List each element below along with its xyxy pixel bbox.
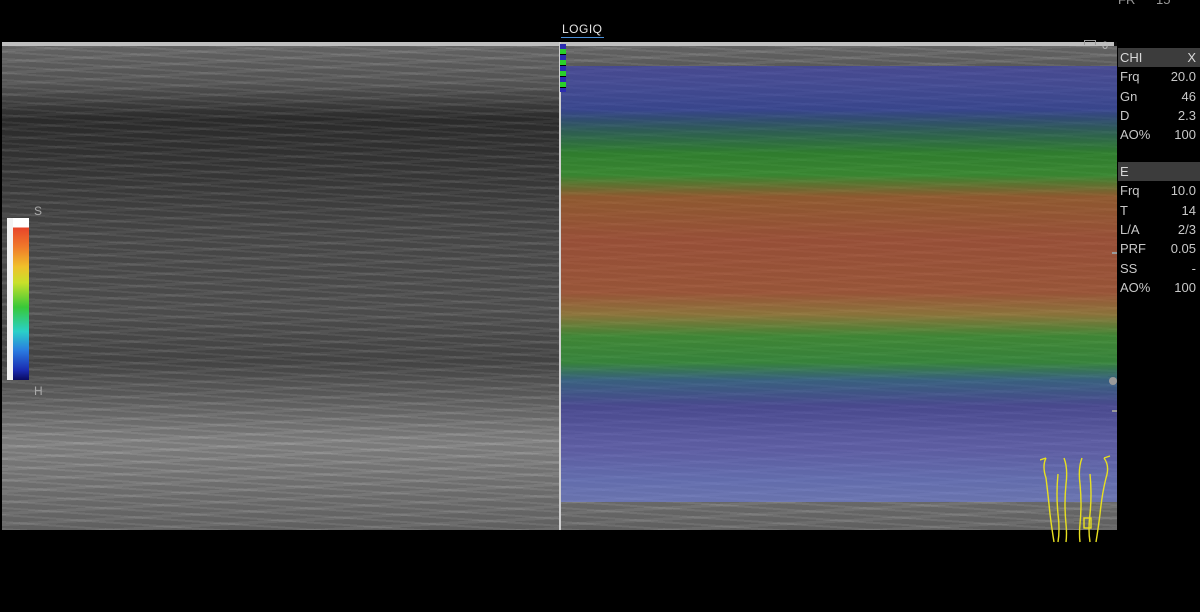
param-key: Frq bbox=[1120, 183, 1140, 198]
elasticity-scale-reference bbox=[7, 218, 13, 380]
param-key: SS bbox=[1120, 261, 1138, 276]
focus-depth-dot-icon bbox=[1109, 377, 1117, 385]
chi-panel-header: CHI X bbox=[1118, 48, 1200, 67]
focus-zone-marker bbox=[560, 44, 566, 92]
param-value: 2/3 bbox=[1177, 222, 1196, 237]
param-key: Gn bbox=[1120, 89, 1138, 104]
bmode-image-pane bbox=[2, 46, 559, 530]
chi-header-value: X bbox=[1187, 50, 1196, 65]
param-value: 46 bbox=[1181, 89, 1196, 104]
frame-rate-value: 15 bbox=[1156, 0, 1170, 7]
param-key: L/A bbox=[1120, 222, 1140, 237]
pane-divider bbox=[559, 42, 561, 530]
param-row: T 14 bbox=[1118, 201, 1200, 221]
param-row: AO% 100 bbox=[1118, 125, 1200, 145]
scale-hard-label: H bbox=[34, 384, 43, 398]
param-key: Frq bbox=[1120, 69, 1140, 84]
logiq-logo: LOGIQ bbox=[561, 22, 604, 38]
scale-soft-label: S bbox=[34, 204, 43, 218]
param-row: L/A 2/3 bbox=[1118, 220, 1200, 240]
param-row: Frq 10.0 bbox=[1118, 181, 1200, 201]
param-value: - bbox=[1191, 261, 1196, 276]
param-key: D bbox=[1120, 108, 1130, 123]
param-value: 0.05 bbox=[1170, 241, 1196, 256]
depth-tick bbox=[1112, 252, 1117, 254]
param-value: 100 bbox=[1174, 127, 1196, 142]
param-value: 14 bbox=[1181, 203, 1196, 218]
param-row: AO% 100 bbox=[1118, 278, 1200, 298]
param-value: 20.0 bbox=[1170, 69, 1196, 84]
scan-top-border bbox=[2, 42, 1114, 46]
param-value: 2.3 bbox=[1177, 108, 1196, 123]
elastography-color-overlay bbox=[561, 66, 1117, 502]
depth-tick bbox=[1112, 410, 1117, 412]
e-panel-header: E bbox=[1118, 162, 1200, 181]
param-key: T bbox=[1120, 203, 1128, 218]
chi-header-label: CHI bbox=[1120, 50, 1143, 65]
param-row: PRF 0.05 bbox=[1118, 239, 1200, 259]
param-value: 10.0 bbox=[1170, 183, 1196, 198]
legs-body-mark-icon bbox=[1040, 455, 1111, 543]
param-row: Gn 46 bbox=[1118, 87, 1200, 107]
param-value: 100 bbox=[1174, 280, 1196, 295]
frame-rate-label: FR bbox=[1118, 0, 1135, 7]
param-row: Frq 20.0 bbox=[1118, 67, 1200, 87]
param-key: AO% bbox=[1120, 127, 1151, 142]
depth-scale-start-icon bbox=[1084, 40, 1096, 45]
depth-zero-label: 0 bbox=[1102, 40, 1109, 52]
e-header-label: E bbox=[1120, 164, 1129, 179]
param-row: SS - bbox=[1118, 259, 1200, 279]
param-key: PRF bbox=[1120, 241, 1146, 256]
param-key: AO% bbox=[1120, 280, 1151, 295]
param-row: D 2.3 bbox=[1118, 106, 1200, 126]
